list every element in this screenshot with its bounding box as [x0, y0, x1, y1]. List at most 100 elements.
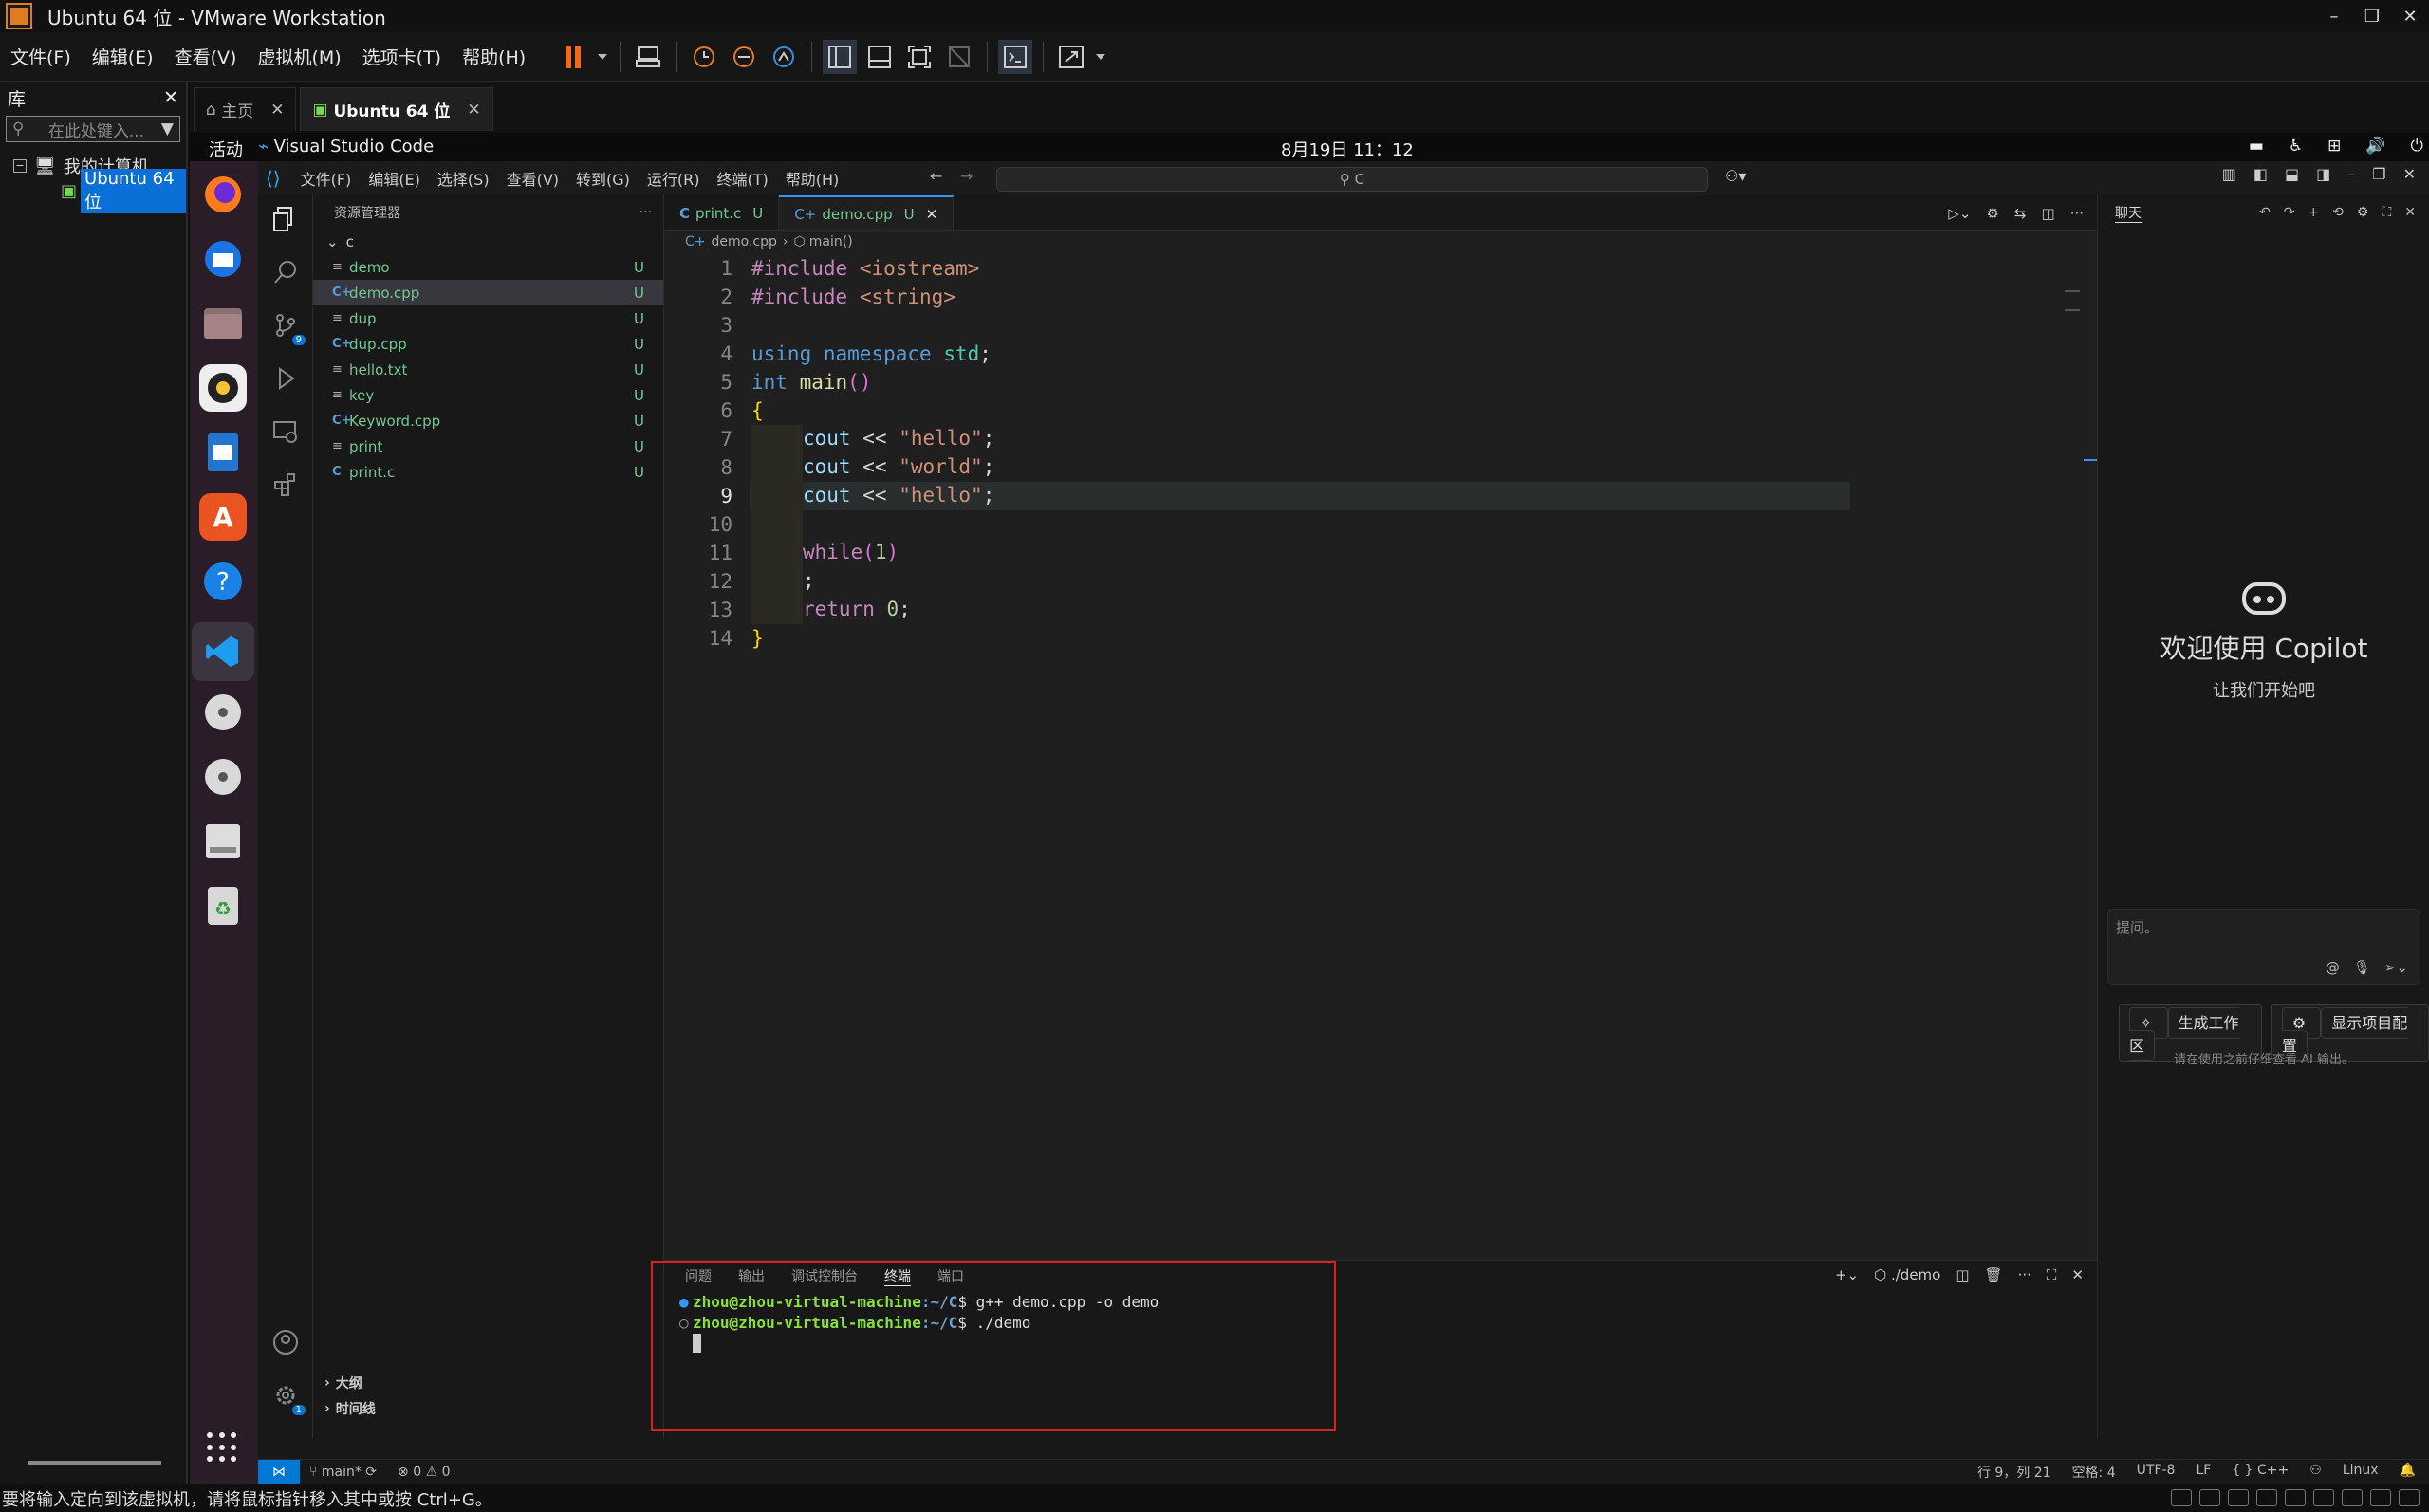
- remote-indicator-icon[interactable]: ⋈: [258, 1459, 300, 1484]
- explorer-file[interactable]: ≡ dup U: [313, 305, 663, 331]
- library-search-input[interactable]: ⚲ 在此处键入... ▼: [6, 116, 180, 142]
- library-scrollbar[interactable]: [28, 1461, 161, 1465]
- input-indicator-icon[interactable]: ▬: [2249, 137, 2264, 156]
- menu-terminal[interactable]: 终端(T): [709, 167, 777, 190]
- platform[interactable]: Linux: [2343, 1463, 2379, 1482]
- writer-icon[interactable]: [199, 429, 247, 476]
- chat-input[interactable]: 提问。 @ 🎙 ➢⌄: [2107, 909, 2420, 985]
- menu-file[interactable]: 文件(F): [292, 167, 361, 190]
- problems-indicator[interactable]: ⊗ 0 ⚠ 0: [398, 1465, 450, 1480]
- chevron-down-icon[interactable]: ▼: [161, 120, 174, 138]
- drive-icon[interactable]: [199, 818, 247, 865]
- network-adapter-icon[interactable]: [2285, 1489, 2306, 1506]
- maximize-panel-icon[interactable]: ⛶: [2047, 1266, 2057, 1283]
- console-icon[interactable]: [998, 39, 1033, 74]
- new-terminal-icon[interactable]: +⌄: [1835, 1266, 1859, 1283]
- close-tab-icon[interactable]: ✕: [467, 101, 480, 120]
- maximize-icon[interactable]: ⛶: [2382, 205, 2391, 220]
- unity-icon[interactable]: [942, 40, 976, 74]
- menu-help[interactable]: 帮助(H): [452, 44, 536, 69]
- tab-print-c[interactable]: Cprint.c U: [664, 195, 780, 230]
- gear-icon[interactable]: ⚙: [2357, 205, 2369, 220]
- explorer-file[interactable]: ≡ demo U: [313, 254, 663, 280]
- code-line[interactable]: 4 using namespace std;: [664, 340, 2068, 368]
- hdd-icon[interactable]: [2171, 1489, 2192, 1506]
- power-icon[interactable]: ⏻: [2411, 137, 2423, 156]
- breadcrumb[interactable]: C+ demo.cpp › ⬡ main(): [664, 231, 2097, 252]
- terminal-instance[interactable]: ⬡ ./demo: [1874, 1266, 1940, 1283]
- app-center-icon[interactable]: A: [199, 493, 247, 541]
- tree-item-ubuntu[interactable]: ▣ Ubuntu 64 位: [0, 168, 186, 213]
- rhythmbox-icon[interactable]: [199, 364, 247, 412]
- close-icon[interactable]: ✕: [163, 87, 178, 108]
- accessibility-icon[interactable]: ♿: [2289, 137, 2303, 156]
- maximize-button[interactable]: ❐: [2353, 0, 2391, 32]
- menu-selection[interactable]: 选择(S): [429, 167, 498, 190]
- thunderbird-icon[interactable]: [199, 235, 247, 283]
- timeline-section[interactable]: › 时间线: [313, 1395, 664, 1421]
- toggle-sidebar-icon[interactable]: ◧: [2253, 165, 2268, 183]
- encoding[interactable]: UTF-8: [2137, 1463, 2176, 1482]
- source-control-icon[interactable]: 9: [269, 309, 306, 345]
- explorer-file[interactable]: C+ dup.cpp U: [313, 331, 663, 357]
- code-line[interactable]: 10: [664, 510, 2068, 539]
- code-line[interactable]: 14}: [664, 624, 2068, 653]
- code-line[interactable]: 3: [664, 311, 2068, 340]
- minimize-button[interactable]: –: [2347, 165, 2355, 183]
- code-line[interactable]: 9 cout << "hello";: [664, 482, 2068, 510]
- volume-icon[interactable]: 🔊: [2365, 137, 2385, 156]
- tab-ubuntu[interactable]: ▣ Ubuntu 64 位 ✕: [300, 87, 493, 131]
- network-icon[interactable]: ⊞: [2327, 137, 2341, 156]
- remote-explorer-icon[interactable]: [269, 415, 302, 448]
- ubuntu-guest-screen[interactable]: 活动 ⌁ Visual Studio Code 8月19日 11：12 ▬ ♿ …: [190, 133, 2429, 1484]
- code-line[interactable]: 5 int main(): [664, 368, 2068, 396]
- command-center[interactable]: ⚲ C: [996, 167, 1708, 192]
- account-icon[interactable]: [269, 1326, 302, 1358]
- menu-edit[interactable]: 编辑(E): [360, 167, 429, 190]
- cursor-position[interactable]: 行 9，列 21: [1977, 1463, 2051, 1482]
- menu-edit[interactable]: 编辑(E): [82, 44, 164, 69]
- close-tab-icon[interactable]: ✕: [270, 101, 284, 120]
- toggle-panel-icon[interactable]: ⬓: [2285, 165, 2299, 183]
- layout-icon[interactable]: ▥: [2222, 165, 2236, 183]
- send-icon[interactable]: ➢⌄: [2384, 959, 2408, 976]
- focused-app-label[interactable]: ⌁ Visual Studio Code: [258, 137, 434, 157]
- clock[interactable]: 8月19日 11：12: [1281, 137, 1414, 161]
- send-keys-icon[interactable]: [631, 40, 665, 74]
- run-file-icon[interactable]: ▷⌄: [1948, 205, 1971, 222]
- menu-tabs[interactable]: 选项卡(T): [352, 44, 452, 69]
- outline-section[interactable]: › 大纲: [313, 1370, 664, 1395]
- indentation[interactable]: 空格: 4: [2072, 1463, 2116, 1482]
- menu-vm[interactable]: 虚拟机(M): [247, 44, 351, 69]
- more-actions-icon[interactable]: ···: [2070, 205, 2084, 222]
- fullscreen-icon[interactable]: [902, 40, 936, 74]
- floppy-icon[interactable]: [2256, 1489, 2277, 1506]
- microphone-icon[interactable]: 🎙: [2353, 959, 2371, 976]
- split-editor-icon[interactable]: ◫: [2042, 205, 2055, 222]
- explorer-file[interactable]: ≡ print U: [313, 433, 663, 459]
- explorer-file[interactable]: Cprint.c U: [313, 459, 663, 485]
- thumbnail-bar-icon[interactable]: [862, 40, 897, 74]
- trash-icon[interactable]: ♻: [199, 882, 247, 930]
- message-icon[interactable]: [2399, 1489, 2420, 1506]
- more-actions-icon[interactable]: ···: [640, 205, 652, 220]
- more-actions-icon[interactable]: ···: [2018, 1266, 2031, 1283]
- code-line[interactable]: 11 while(1): [664, 539, 2068, 567]
- notifications-icon[interactable]: 🔔: [2400, 1463, 2416, 1482]
- pause-icon[interactable]: [556, 40, 590, 74]
- restore-button[interactable]: ❐: [2372, 165, 2385, 183]
- close-button[interactable]: ✕: [2403, 165, 2416, 183]
- menu-help[interactable]: 帮助(H): [777, 167, 848, 190]
- toggle-secondary-sidebar-icon[interactable]: ◨: [2316, 165, 2330, 183]
- run-debug-icon[interactable]: [269, 362, 302, 395]
- code-line[interactable]: 8 cout << "world";: [664, 453, 2068, 482]
- undo-icon[interactable]: ↶: [2259, 205, 2271, 220]
- snapshot-icon[interactable]: [687, 40, 721, 74]
- mention-icon[interactable]: @: [2326, 959, 2340, 976]
- code-line[interactable]: 7 cout << "hello";: [664, 425, 2068, 453]
- back-icon[interactable]: ←: [930, 167, 942, 185]
- sidebar-toggle-icon[interactable]: [823, 39, 858, 74]
- menu-view[interactable]: 查看(V): [498, 167, 567, 190]
- dvd-icon[interactable]: [199, 753, 247, 801]
- redo-icon[interactable]: ↷: [2284, 205, 2295, 220]
